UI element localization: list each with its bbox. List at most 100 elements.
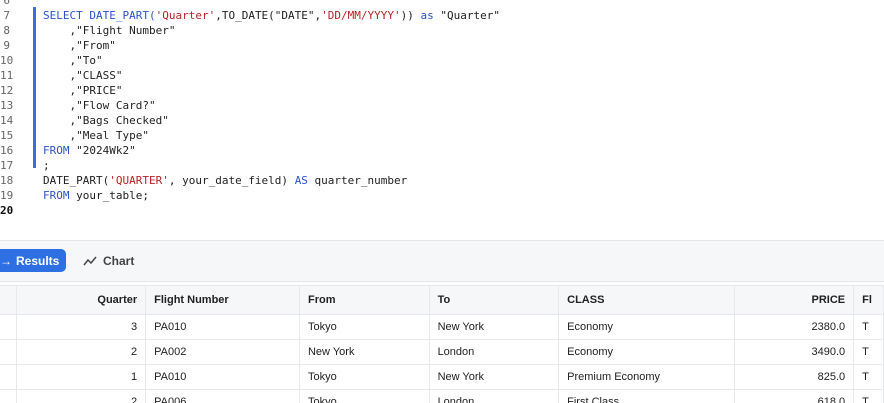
code-token: ,"From"	[43, 39, 116, 52]
table-cell[interactable]: PA010	[145, 364, 300, 390]
results-table: Quarter Flight Number From To CLASS PRICE Fl 3…	[0, 285, 884, 403]
code-line: ,"CLASS"	[43, 68, 122, 83]
code-token: "Quarter"	[433, 9, 501, 22]
row-index-cell	[0, 389, 17, 403]
table-cell[interactable]: Tokyo	[299, 389, 430, 403]
table-cell[interactable]: 618.0	[734, 389, 855, 403]
code-token: , your_date_field)	[168, 174, 295, 187]
table-cell[interactable]: First Class	[558, 389, 735, 403]
code-token: your_table;	[69, 189, 149, 202]
line-number: 16	[0, 144, 14, 157]
tab-results[interactable]: → Results	[0, 249, 66, 272]
table-cell[interactable]: London	[429, 339, 560, 365]
column-header[interactable]: CLASS	[558, 285, 735, 315]
column-header[interactable]: To	[429, 285, 560, 315]
line-number: 13	[0, 99, 14, 112]
table-cell[interactable]: Tokyo	[299, 364, 430, 390]
arrow-right-icon: →	[0, 253, 12, 268]
table-cell[interactable]: T	[853, 364, 884, 390]
code-token: FROM	[43, 144, 70, 157]
table-cell[interactable]: Tokyo	[299, 314, 430, 340]
code-token: ,"Flow Card?"	[43, 99, 156, 112]
line-number: 10	[0, 54, 14, 67]
table-cell[interactable]: New York	[429, 314, 560, 340]
code-token: "2024Wk2"	[69, 144, 136, 157]
code-line: FROM "2024Wk2"	[43, 143, 136, 158]
code-line: DATE_PART('QUARTER', your_date_field) AS…	[43, 173, 407, 188]
code-token: quarter_number	[307, 174, 408, 187]
table-cell[interactable]: 3	[16, 314, 147, 340]
tab-chart[interactable]: Chart	[83, 249, 134, 272]
table-cell[interactable]: 2	[16, 339, 147, 365]
line-number: 17	[0, 159, 14, 172]
table-cell[interactable]: 1	[16, 364, 147, 390]
code-token: ,"Bags Checked"	[43, 114, 169, 127]
code-token: ,"Meal Type"	[43, 129, 149, 142]
row-index-cell	[0, 364, 17, 390]
row-index-cell	[0, 339, 17, 365]
active-statement-marker	[33, 7, 36, 168]
table-cell[interactable]: T	[853, 339, 884, 365]
line-number: 11	[0, 69, 14, 82]
column-header[interactable]: Fl	[853, 285, 884, 315]
table-cell[interactable]: PA006	[145, 389, 300, 403]
table-cell[interactable]: T	[853, 389, 884, 403]
table-cell[interactable]: Economy	[558, 314, 735, 340]
column-header[interactable]: Flight Number	[145, 285, 300, 315]
code-token: ,"PRICE"	[43, 84, 123, 97]
code-line: ,"Bags Checked"	[43, 113, 169, 128]
column-header[interactable]: From	[299, 285, 430, 315]
code-line: SELECT DATE_PART('Quarter',TO_DATE("DATE…	[43, 8, 500, 23]
line-number: 9	[3, 39, 10, 52]
code-token: 'QUARTER'	[109, 174, 169, 187]
table-cell[interactable]: PA002	[145, 339, 300, 365]
code-line: ,"PRICE"	[43, 83, 122, 98]
code-token: ,"CLASS"	[43, 69, 123, 82]
code-token: AS	[294, 174, 308, 187]
tab-results-label: Results	[16, 253, 60, 268]
row-index-cell	[0, 314, 17, 340]
table-cell[interactable]: 2380.0	[734, 314, 855, 340]
table-cell[interactable]: New York	[299, 339, 430, 365]
line-number: 12	[0, 84, 14, 97]
code-token: ,"To"	[43, 54, 103, 67]
table-row[interactable]: 2 PA002 New York London Economy 3490.0 T	[0, 339, 884, 365]
sql-editor[interactable]: 6 7 8 9 10 11 12 13 14 15 16 17 18 19 20 SELECT DATE_P…	[0, 0, 884, 240]
line-chart-icon	[83, 256, 97, 265]
code-line: ,"Flight Number"	[43, 23, 175, 38]
table-row[interactable]: 1 PA010 Tokyo New York Premium Economy 825.0 T	[0, 364, 884, 390]
code-token: ,"Flight Number"	[43, 24, 176, 37]
column-header[interactable]: Quarter	[16, 285, 147, 315]
code-token: ,TO_DATE("DATE",	[215, 9, 322, 22]
table-cell[interactable]: 825.0	[734, 364, 855, 390]
line-number: 14	[0, 114, 14, 127]
line-number: 18	[0, 174, 14, 187]
table-cell[interactable]: 3490.0	[734, 339, 855, 365]
line-number-gutter: 6 7 8 9 10 11 12 13 14 15 16 17 18 19 20	[0, 0, 30, 240]
table-cell[interactable]: London	[429, 389, 560, 403]
table-cell[interactable]: 2	[16, 389, 147, 403]
table-cell[interactable]: Economy	[558, 339, 735, 365]
code-line: ;	[43, 158, 50, 173]
results-tab-bar: → Results Chart	[0, 240, 884, 282]
line-number: 15	[0, 129, 14, 142]
table-cell[interactable]: New York	[429, 364, 560, 390]
code-token: FROM	[43, 189, 70, 202]
table-cell[interactable]: T	[853, 314, 884, 340]
table-row[interactable]: 2 PA006 Tokyo London First Class 618.0 T	[0, 389, 884, 403]
code-line: FROM your_table;	[43, 188, 149, 203]
table-cell[interactable]: Premium Economy	[558, 364, 735, 390]
tab-chart-label: Chart	[103, 253, 135, 268]
code-line: ,"Flow Card?"	[43, 98, 156, 113]
column-header[interactable]: PRICE	[734, 285, 855, 315]
table-cell[interactable]: PA010	[145, 314, 300, 340]
line-number: 8	[3, 24, 10, 37]
table-row[interactable]: 3 PA010 Tokyo New York Economy 2380.0 T	[0, 314, 884, 340]
code-token: 'DD/MM/YYYY'	[321, 9, 401, 22]
line-number: 6	[3, 0, 10, 7]
code-token: ;	[43, 159, 50, 172]
code-token: as	[420, 9, 434, 22]
row-index-header	[0, 285, 17, 315]
code-line: ,"From"	[43, 38, 116, 53]
code-token: 'Quarter'	[155, 9, 216, 22]
